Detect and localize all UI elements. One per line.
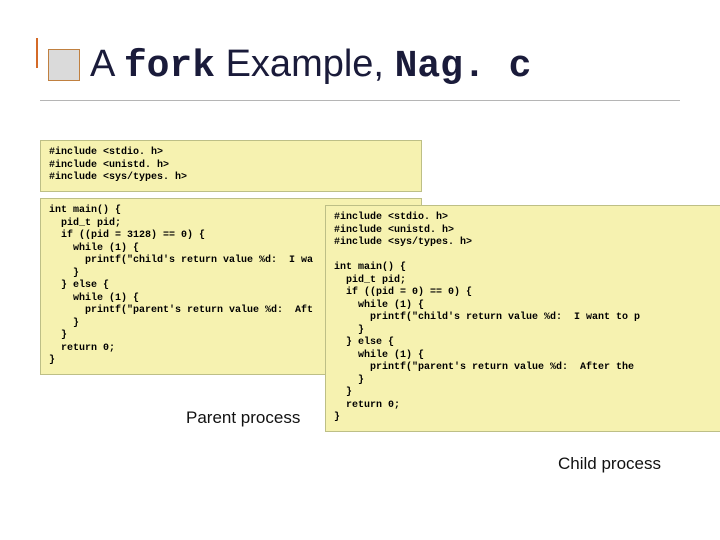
title-accent-bar xyxy=(36,38,38,68)
title-bullet-box xyxy=(48,49,80,81)
code-box-child: #include <stdio. h> #include <unistd. h>… xyxy=(325,205,720,432)
code-includes: #include <stdio. h> #include <unistd. h>… xyxy=(41,141,421,191)
title-code-filename: Nag. c xyxy=(395,45,532,88)
title-code-fork: fork xyxy=(124,45,215,88)
title-segment: Example, xyxy=(215,43,395,85)
title-divider xyxy=(40,100,680,101)
title-segment: A xyxy=(90,43,124,85)
slide-title: A fork Example, Nag. c xyxy=(90,43,531,88)
caption-child: Child process xyxy=(558,454,661,474)
title-bar: A fork Example, Nag. c xyxy=(48,36,531,94)
caption-parent: Parent process xyxy=(186,408,300,428)
code-box-includes: #include <stdio. h> #include <unistd. h>… xyxy=(40,140,422,192)
code-child: #include <stdio. h> #include <unistd. h>… xyxy=(326,206,720,431)
slide: A fork Example, Nag. c #include <stdio. … xyxy=(0,0,720,540)
